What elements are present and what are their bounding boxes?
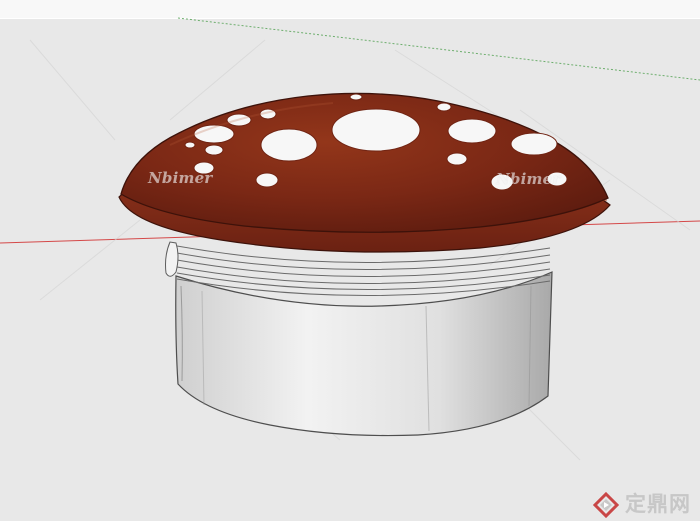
green-axis-line — [177, 17, 700, 81]
mushroom-model-scene[interactable] — [0, 0, 700, 521]
mushroom-body-cylinder — [175, 271, 553, 437]
body-side-handle — [165, 241, 179, 277]
brand-text: 定鼎网 — [625, 492, 691, 516]
sketchup-viewport[interactable]: Nbimer Nbimer 定鼎网 — [0, 0, 700, 521]
body-ribs — [176, 245, 551, 296]
brand-footer: 定鼎网 — [593, 488, 700, 521]
diamond-logo-icon — [593, 491, 619, 518]
watermark-right: Nbimer — [496, 170, 561, 188]
watermark-left: Nbimer — [148, 169, 213, 187]
